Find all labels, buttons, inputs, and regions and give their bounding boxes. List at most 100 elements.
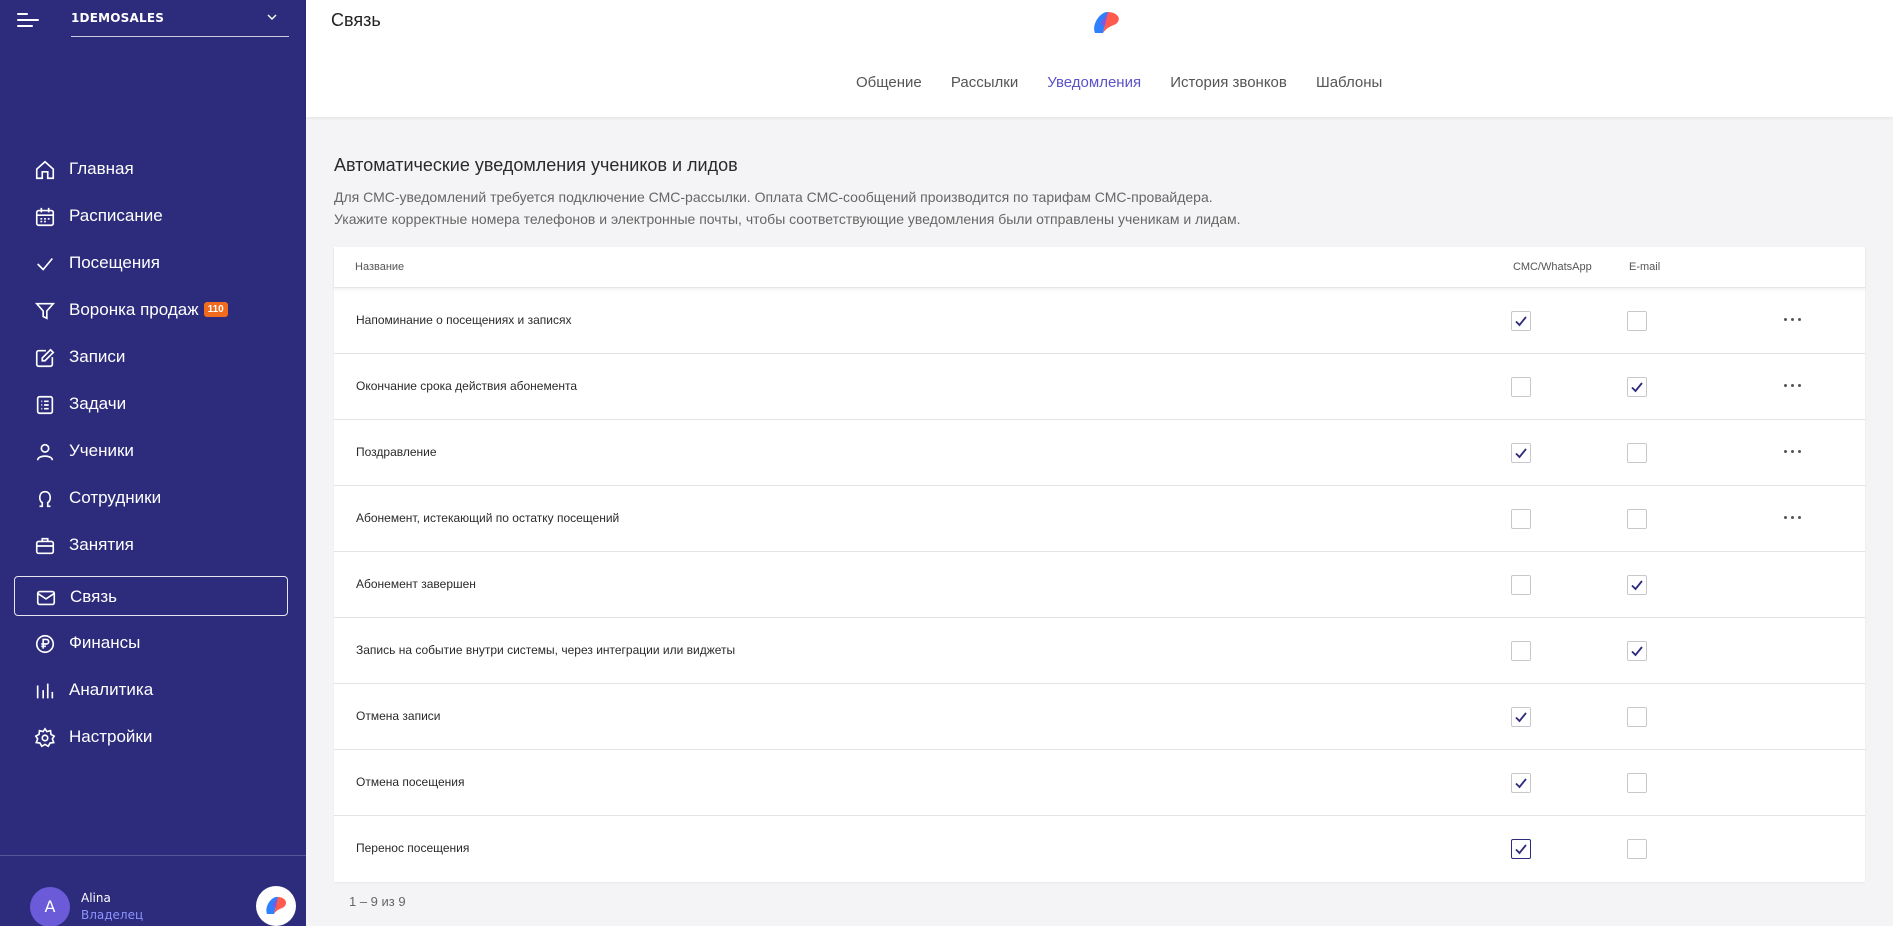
notification-name: Перенос посещения — [356, 841, 470, 855]
table-row: Перенос посещения — [334, 816, 1865, 882]
home-icon — [35, 160, 55, 180]
tab-templates[interactable]: Шаблоны — [1316, 74, 1382, 91]
sidebar-item-tasks[interactable]: Задачи — [14, 384, 288, 424]
table-body: Напоминание о посещениях и записях Оконча… — [334, 288, 1865, 882]
tab-notifications[interactable]: Уведомления — [1047, 74, 1141, 91]
tab-list: Общение Рассылки Уведомления История зво… — [856, 72, 1406, 91]
sidebar-item-settings[interactable]: Настройки — [14, 717, 288, 757]
tab-mailings[interactable]: Рассылки — [951, 74, 1018, 91]
table-row: Отмена записи — [334, 684, 1865, 750]
email-checkbox[interactable] — [1627, 773, 1647, 793]
sidebar-item-students[interactable]: Ученики — [14, 431, 288, 471]
sidebar-item-schedule[interactable]: Расписание — [14, 196, 288, 236]
notifications-table: Название СМС/WhatsApp E-mail Напоминание… — [334, 247, 1865, 882]
sms-checkbox[interactable] — [1511, 443, 1531, 463]
user-name: Alina — [81, 891, 111, 905]
menu-icon[interactable] — [17, 12, 39, 28]
chevron-down-icon — [267, 14, 277, 20]
sms-checkbox[interactable] — [1511, 575, 1531, 595]
table-row: Поздравление — [334, 420, 1865, 486]
column-header-email: E-mail — [1629, 261, 1661, 273]
notification-name: Отмена посещения — [356, 775, 465, 789]
notification-name: Абонемент завершен — [356, 577, 476, 591]
sidebar: 1DEMOSALES Главная Расписание Посещения … — [0, 0, 306, 926]
organization-select[interactable]: 1DEMOSALES — [71, 6, 289, 37]
calendar-icon — [35, 207, 55, 227]
table-row: Окончание срока действия абонемента — [334, 354, 1865, 420]
sidebar-item-label: Посещения — [69, 253, 160, 272]
email-checkbox[interactable] — [1627, 509, 1647, 529]
section-description: Для СМС-уведомлений требуется подключени… — [334, 189, 1213, 205]
avatar[interactable]: A — [30, 887, 70, 926]
sidebar-item-records[interactable]: Записи — [14, 337, 288, 377]
app-logo-button[interactable] — [256, 886, 296, 926]
sidebar-item-sales-funnel[interactable]: Воронка продаж 110 — [14, 290, 288, 330]
sidebar-item-analytics[interactable]: Аналитика — [14, 670, 288, 710]
sms-checkbox[interactable] — [1511, 311, 1531, 331]
sidebar-item-label: Занятия — [69, 535, 134, 554]
more-options-icon[interactable] — [1781, 376, 1805, 396]
sidebar-item-label: Финансы — [69, 633, 141, 652]
notification-name: Отмена записи — [356, 709, 441, 723]
edit-icon — [35, 348, 55, 368]
email-checkbox[interactable] — [1627, 377, 1647, 397]
notification-name: Абонемент, истекающий по остатку посещен… — [356, 511, 620, 525]
column-header-sms: СМС/WhatsApp — [1513, 261, 1592, 273]
email-checkbox[interactable] — [1627, 707, 1647, 727]
email-checkbox[interactable] — [1627, 575, 1647, 595]
sidebar-item-classes[interactable]: Занятия — [14, 525, 288, 565]
sidebar-item-label: Записи — [69, 347, 126, 366]
sidebar-item-label: Ученики — [69, 441, 134, 460]
sidebar-item-label: Расписание — [69, 206, 163, 225]
sms-checkbox[interactable] — [1511, 707, 1531, 727]
check-icon — [37, 257, 53, 271]
notification-name: Запись на событие внутри системы, через … — [356, 643, 736, 657]
staff-icon — [38, 490, 52, 508]
tab-call-history[interactable]: История звонков — [1170, 74, 1287, 91]
email-checkbox[interactable] — [1627, 311, 1647, 331]
count-badge: 110 — [203, 302, 228, 317]
more-options-icon[interactable] — [1781, 310, 1805, 330]
section-title: Автоматические уведомления учеников и ли… — [334, 155, 738, 175]
notification-name: Поздравление — [356, 445, 437, 459]
sidebar-item-label: Настройки — [69, 727, 153, 746]
funnel-icon — [34, 302, 56, 320]
table-row: Напоминание о посещениях и записях — [334, 288, 1865, 354]
page-header: Связь Общение Рассылки Уведомления Истор… — [306, 0, 1893, 117]
page-title: Связь — [331, 10, 381, 30]
sms-checkbox[interactable] — [1511, 641, 1531, 661]
tasks-icon — [36, 395, 54, 415]
sidebar-item-label: Главная — [69, 159, 134, 178]
sidebar-item-finance[interactable]: Финансы — [14, 623, 288, 663]
table-row: Абонемент, истекающий по остатку посещен… — [334, 486, 1865, 552]
sms-checkbox[interactable] — [1511, 773, 1531, 793]
tab-chat[interactable]: Общение — [856, 74, 922, 91]
sms-checkbox[interactable] — [1511, 839, 1531, 859]
sms-checkbox[interactable] — [1511, 377, 1531, 397]
sidebar-item-communication[interactable]: Связь — [14, 576, 288, 616]
sidebar-item-label: Связь — [70, 587, 117, 606]
sidebar-top: 1DEMOSALES — [0, 0, 306, 40]
sidebar-item-attendance[interactable]: Посещения — [14, 243, 288, 283]
column-header-name: Название — [355, 261, 405, 273]
email-checkbox[interactable] — [1627, 443, 1647, 463]
analytics-icon — [36, 683, 54, 699]
table-header: Название СМС/WhatsApp E-mail — [334, 247, 1865, 288]
sidebar-item-home[interactable]: Главная — [14, 149, 288, 189]
email-checkbox[interactable] — [1627, 641, 1647, 661]
sidebar-item-label: Задачи — [69, 394, 127, 413]
sidebar-item-label: Воронка продаж 110 — [69, 300, 228, 320]
briefcase-icon — [35, 537, 55, 555]
email-checkbox[interactable] — [1627, 839, 1647, 859]
sidebar-item-label: Сотрудники — [69, 488, 162, 507]
ruble-icon — [35, 634, 55, 654]
user-panel: A Alina Владелец — [0, 855, 306, 926]
sidebar-item-staff[interactable]: Сотрудники — [14, 478, 288, 518]
user-role: Владелец — [81, 908, 144, 922]
sidebar-item-label: Аналитика — [69, 680, 154, 699]
sms-checkbox[interactable] — [1511, 509, 1531, 529]
logo-icon — [266, 896, 287, 914]
table-row: Абонемент завершен — [334, 552, 1865, 618]
more-options-icon[interactable] — [1781, 442, 1805, 462]
more-options-icon[interactable] — [1781, 508, 1805, 528]
